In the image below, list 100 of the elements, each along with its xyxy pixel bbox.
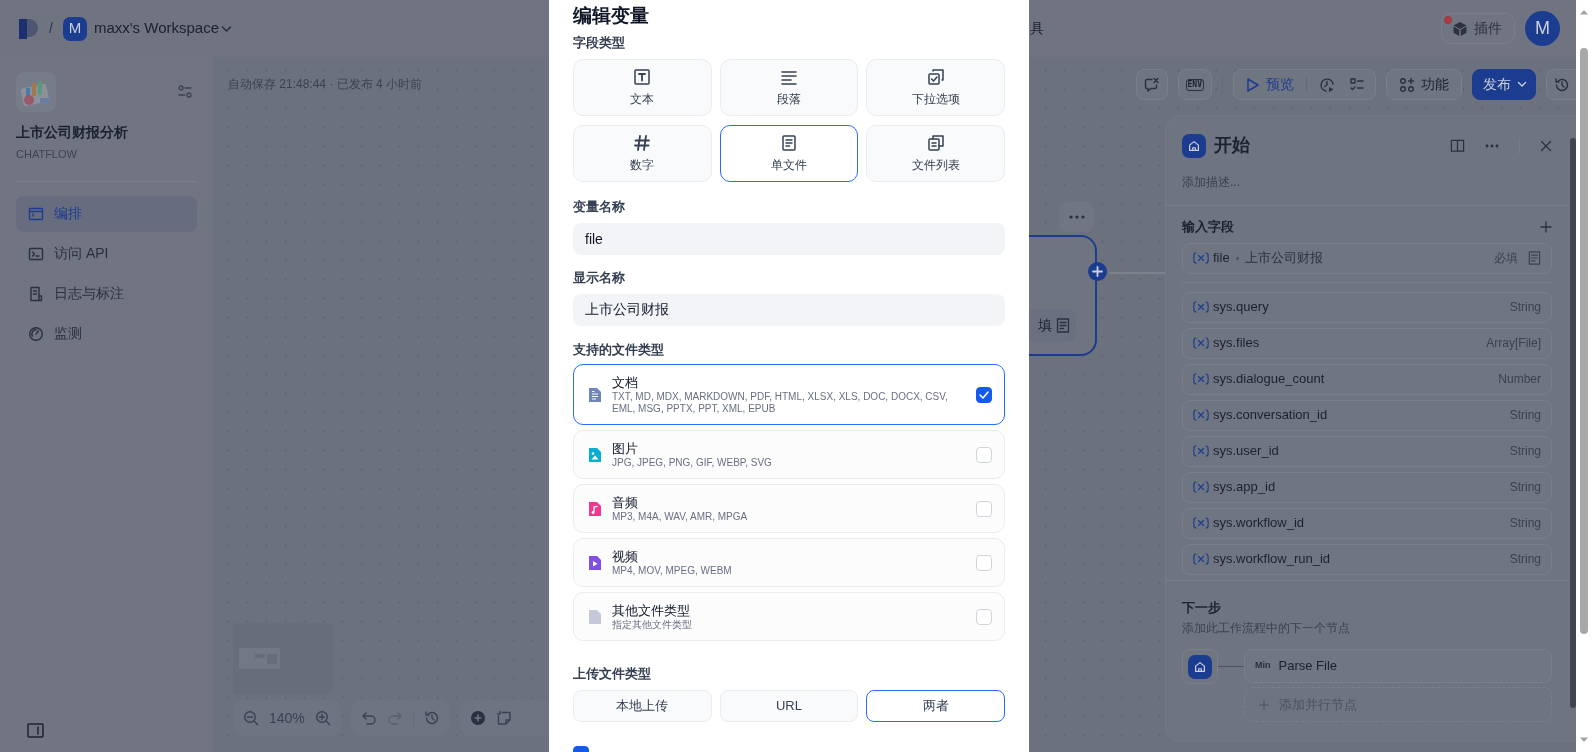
variable-name: file <box>1213 249 1230 268</box>
variable-icon <box>1193 481 1209 493</box>
sidebar-item[interactable]: 监测 <box>16 315 197 352</box>
note-icon[interactable] <box>495 710 512 726</box>
file-type-extensions: MP3, M4A, WAV, AMR, MPGA <box>612 510 748 523</box>
file-type-option[interactable]: 文档 TXT, MD, MDX, MARKDOWN, PDF, HTML, XLSX, XLS, DOC, DOCX, CSV, EML, MSG, PPTX, PPT, XML, EPUB <box>573 364 1005 425</box>
file-type-name: 视频 <box>612 548 639 565</box>
field-type-option[interactable]: 下拉选项 <box>866 59 1005 116</box>
workflow-node[interactable]: 填 <box>1029 235 1097 356</box>
variable-name: sys.user_id <box>1213 442 1279 461</box>
comment-toggle-button[interactable] <box>1135 69 1168 100</box>
upload-method-option[interactable]: URL <box>719 690 859 722</box>
add-icon[interactable] <box>469 710 486 726</box>
variable-name: sys.query <box>1213 298 1269 317</box>
preview-button[interactable]: 预览 <box>1238 74 1302 95</box>
variable-name: sys.workflow_id <box>1213 514 1305 533</box>
file-type-option[interactable]: 其他文件类型 指定其他文件类型 <box>573 592 1005 641</box>
field-type-option[interactable]: 段落 <box>719 59 859 116</box>
field-label: 显示名称 <box>573 269 626 287</box>
workspace-name[interactable]: maxx's Workspace <box>93 17 219 40</box>
chat-x-icon <box>1143 76 1160 93</box>
node-logo-label: Min <box>1255 659 1271 673</box>
history-button[interactable] <box>1546 69 1576 100</box>
sidebar-item[interactable]: 访问 API <box>16 235 197 272</box>
field-type-option[interactable]: 文本 <box>573 59 712 116</box>
checkbox[interactable] <box>976 386 992 403</box>
file-type-option[interactable]: 图片 JPG, JPEG, PNG, GIF, WEBP, SVG <box>573 430 1005 479</box>
field-type-option[interactable]: 文件列表 <box>866 125 1005 182</box>
gauge-icon <box>28 325 44 342</box>
user-avatar[interactable]: M <box>1525 11 1560 46</box>
add-icon[interactable] <box>1540 220 1552 233</box>
field-type-option[interactable]: 数字 <box>573 125 712 182</box>
clock-play-icon[interactable] <box>1319 76 1335 93</box>
scrollbar[interactable] <box>1576 0 1592 752</box>
file-type-option[interactable]: 音频 MP3, M4A, WAV, AMR, MPGA <box>573 484 1005 533</box>
plugins-button[interactable]: 插件 <box>1441 13 1515 44</box>
upload-method-option[interactable]: 本地上传 <box>573 690 712 722</box>
document-icon <box>1056 318 1070 333</box>
dot-separator <box>1235 256 1239 260</box>
variable-name-input[interactable]: file <box>573 223 1005 255</box>
workspace-avatar[interactable]: M <box>62 16 87 41</box>
sidebar-item[interactable]: 日志与标注 <box>16 275 197 312</box>
next-node[interactable]: Min Parse File <box>1244 649 1552 683</box>
add-node-icon[interactable] <box>1088 262 1107 281</box>
features-button[interactable]: 功能 <box>1386 69 1462 100</box>
file-type-name: 音频 <box>612 494 639 511</box>
variable-icon <box>1193 337 1209 349</box>
required-tag: 填 <box>1029 309 1076 342</box>
close-icon[interactable] <box>1540 139 1552 152</box>
home-icon <box>1187 138 1201 153</box>
file-type-name: 文档 <box>612 374 639 391</box>
env-label: ENV <box>1185 78 1204 91</box>
book-icon[interactable] <box>1450 138 1465 153</box>
section-heading: 输入字段 <box>1182 218 1234 236</box>
history-icon[interactable] <box>423 710 440 726</box>
file-type-extensions: MP4, MOV, MPEG, WEBM <box>612 564 732 577</box>
variable-icon <box>1193 301 1209 313</box>
documents-icon <box>926 133 945 152</box>
variable-name: sys.dialogue_count <box>1213 370 1325 389</box>
variable-icon <box>1193 553 1209 565</box>
app-name: 上市公司财报分析 <box>16 123 129 142</box>
display-name-input[interactable]: 上市公司财报 <box>573 294 1005 326</box>
scrollbar[interactable] <box>1570 138 1576 708</box>
grid-plus-icon <box>1399 76 1415 93</box>
file-type-option[interactable]: 视频 MP4, MOV, MPEG, WEBM <box>573 538 1005 587</box>
more-button[interactable] <box>1059 202 1094 232</box>
field-label: 上传文件类型 <box>573 665 652 683</box>
chevron-down-icon <box>1517 81 1527 88</box>
env-button[interactable]: ENV <box>1177 69 1212 100</box>
zoom-out-icon[interactable] <box>243 710 259 726</box>
breadcrumb-separator: / <box>49 19 53 38</box>
nav-tab[interactable]: 具 <box>1030 18 1044 39</box>
field-type-option[interactable]: 单文件 <box>719 125 859 182</box>
undo-icon[interactable] <box>360 710 377 726</box>
variable-icon <box>1193 409 1209 421</box>
publish-button[interactable]: 发布 <box>1472 69 1536 100</box>
file-type-name: 图片 <box>612 440 639 457</box>
upload-method-option[interactable]: 两者 <box>866 690 1005 722</box>
variable-icon <box>1193 252 1209 264</box>
scroll-up-icon <box>1579 9 1589 15</box>
section-heading: 下一步 <box>1182 598 1222 617</box>
file-type-extensions: 指定其他文件类型 <box>612 618 692 631</box>
check-icon <box>979 390 989 399</box>
more-icon <box>1068 215 1085 219</box>
file-type-extensions: JPG, JPEG, PNG, GIF, WEBP, SVG <box>612 456 772 469</box>
checklist-icon[interactable] <box>1349 76 1365 93</box>
more-icon[interactable] <box>1485 143 1499 148</box>
zoom-in-icon[interactable] <box>314 710 331 726</box>
text-icon <box>633 67 652 86</box>
variable-icon <box>1193 445 1209 457</box>
sidebar-item[interactable]: 编排 <box>16 195 197 232</box>
history-icon <box>1553 76 1570 93</box>
plus-icon <box>1259 699 1269 710</box>
cube-icon <box>1452 20 1468 37</box>
panel-toggle-icon[interactable] <box>27 723 44 738</box>
variable-icon <box>1193 373 1209 385</box>
field-label: 变量名称 <box>573 198 626 216</box>
scrollbar-thumb[interactable] <box>1580 48 1588 634</box>
chevron-down-icon <box>221 24 232 33</box>
settings-icon[interactable] <box>177 84 193 100</box>
